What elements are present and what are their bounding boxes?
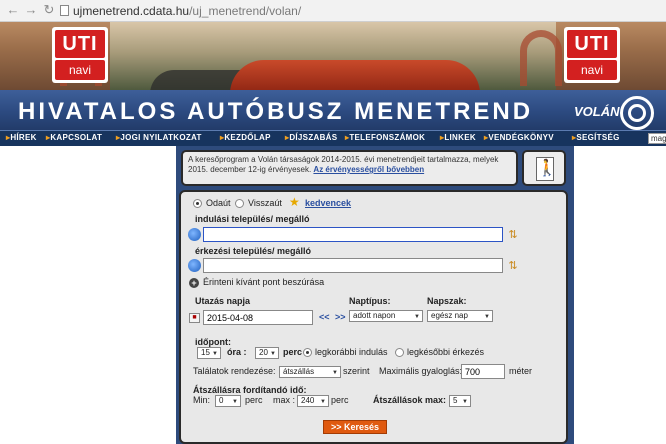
departure-label: indulási település/ megálló [195, 214, 310, 224]
route-search-form: Odaút Visszaút ★ kedvencek indulási tele… [179, 190, 568, 444]
swap-icon[interactable]: ⇅ [507, 229, 519, 241]
latest-arrival-label: legkésőbbi érkezés [407, 347, 485, 357]
menu-item-dijszabas[interactable]: DÍJSZABÁS [285, 133, 337, 142]
back-icon[interactable]: ← [6, 3, 20, 17]
reload-icon[interactable]: ↻ [42, 3, 56, 17]
navi-logo-text: navi [567, 60, 617, 80]
max-label: max : [273, 395, 296, 405]
navi-logo-text: navi [55, 60, 105, 80]
menu-item-kapcsolat[interactable]: KAPCSOLAT [46, 133, 102, 142]
calendar-icon[interactable]: ■ [189, 313, 200, 323]
menu-item-linkek[interactable]: LINKEK [440, 133, 476, 142]
uti-logo-text: UTI [567, 30, 617, 58]
forward-icon[interactable]: → [24, 3, 38, 17]
sort-select[interactable]: átszállás [279, 366, 341, 378]
swap-icon[interactable]: ⇅ [507, 260, 519, 272]
sort-suffix: szerint [343, 366, 370, 376]
menu-item-segitseg[interactable]: SEGÍTSÉG [572, 133, 620, 142]
max-transfer-select[interactable]: 240 [297, 395, 329, 407]
validity-details-link[interactable]: Az érvényességről bővebben [313, 165, 424, 174]
day-type-label: Naptípus: [349, 296, 391, 306]
walking-mode-box: 🚶 [522, 150, 566, 186]
globe-icon[interactable] [188, 228, 201, 241]
min-transfer-select[interactable]: 0 [215, 395, 241, 407]
volan-inner-ring-icon [628, 104, 646, 122]
max-walk-input[interactable] [461, 364, 505, 379]
min-label: Min: [193, 395, 211, 405]
add-stop-icon[interactable]: + [189, 278, 199, 288]
globe-icon[interactable] [188, 259, 201, 272]
min-unit: perc [245, 395, 263, 405]
hour-label: óra : [227, 347, 247, 357]
earliest-departure-radio[interactable] [303, 348, 312, 357]
site-search-input[interactable]: mag [648, 133, 666, 144]
menu-item-hirek[interactable]: HÍREK [6, 133, 37, 142]
max-walk-unit: méter [509, 366, 533, 376]
time-label: időpont: [195, 337, 231, 347]
validity-notice: A keresőprogram a Volán társaságok 2014-… [181, 150, 518, 186]
departure-input[interactable] [203, 227, 503, 242]
volan-brand-text: VOLÁN [574, 104, 620, 119]
search-button[interactable]: >> Keresés [323, 420, 387, 434]
date-prev-link[interactable]: << [319, 312, 330, 322]
menu-item-vendegkonyv[interactable]: VENDÉGKÖNYV [484, 133, 554, 142]
arrival-label: érkezési település/ megálló [195, 246, 312, 256]
pedestrian-icon[interactable]: 🚶 [536, 157, 557, 181]
page-icon [60, 5, 69, 16]
banner-arch-right [520, 30, 562, 86]
main-menu: HÍREK KAPCSOLAT JOGI NYILATKOZAT KEZDŐLA… [0, 130, 666, 146]
menu-item-kezdolap[interactable]: KEZDŐLAP [220, 133, 271, 142]
latest-arrival-radio[interactable] [395, 348, 404, 357]
volan-logo: VOLÁN [574, 94, 666, 130]
travel-date-input[interactable] [203, 310, 313, 325]
minute-label: perc [283, 347, 303, 357]
header-banner: UTI navi UTI navi [0, 22, 666, 90]
earliest-departure-label: legkorábbi indulás [315, 347, 388, 357]
arrival-input[interactable] [203, 258, 503, 273]
url-host: ujmenetrend.cdata.hu [73, 4, 190, 18]
favorites-link[interactable]: kedvencek [305, 198, 351, 208]
direction-there-radio[interactable] [193, 199, 202, 208]
date-next-link[interactable]: >> [335, 312, 346, 322]
day-type-select[interactable]: adott napon [349, 310, 423, 322]
menu-item-telefonszamok[interactable]: TELEFONSZÁMOK [345, 133, 425, 142]
travel-day-label: Utazás napja [195, 296, 251, 306]
uti-logo-text: UTI [55, 30, 105, 58]
max-walk-label: Maximális gyaloglás: [379, 366, 463, 376]
direction-there-label: Odaút [206, 198, 231, 208]
page-title: HIVATALOS AUTÓBUSZ MENETREND [18, 98, 534, 125]
banner-car [230, 60, 480, 90]
add-stop-link[interactable]: Érinteni kívánt pont beszúrása [203, 277, 324, 287]
sort-label: Találatok rendezése: [193, 366, 276, 376]
uti-navi-logo-left[interactable]: UTI navi [52, 27, 108, 83]
day-part-label: Napszak: [427, 296, 467, 306]
menu-item-jogi-nyilatkozat[interactable]: JOGI NYILATKOZAT [116, 133, 202, 142]
url-path: /uj_menetrend/volan/ [189, 4, 302, 18]
max-transfers-label: Átszállások max: [373, 395, 447, 405]
day-part-select[interactable]: egész nap [427, 310, 493, 322]
minute-select[interactable]: 20 [255, 347, 279, 359]
title-bar: HIVATALOS AUTÓBUSZ MENETREND VOLÁN [0, 90, 666, 130]
star-icon[interactable]: ★ [289, 195, 300, 209]
address-bar[interactable]: ujmenetrend.cdata.hu/uj_menetrend/volan/ [73, 4, 301, 18]
transfer-time-label: Átszállásra fordítandó idő: [193, 385, 307, 395]
direction-back-radio[interactable] [235, 199, 244, 208]
left-pane [0, 146, 176, 444]
right-pane [574, 146, 666, 444]
max-transfers-select[interactable]: 5 [449, 395, 471, 407]
uti-navi-logo-right[interactable]: UTI navi [564, 27, 620, 83]
max-unit: perc [331, 395, 349, 405]
browser-toolbar: ← → ↻ ujmenetrend.cdata.hu/uj_menetrend/… [0, 0, 666, 22]
direction-back-label: Visszaút [248, 198, 282, 208]
hour-select[interactable]: 15 [197, 347, 221, 359]
